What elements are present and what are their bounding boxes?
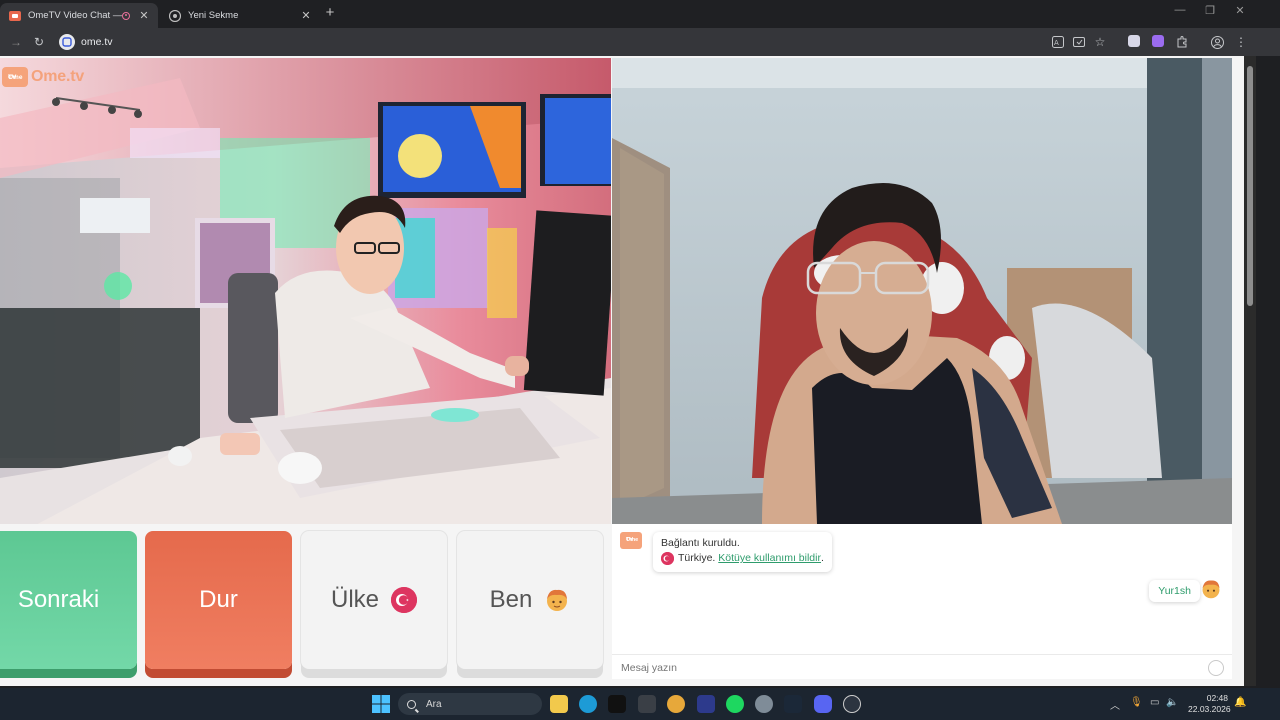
tab-close-icon[interactable]: ✕: [298, 9, 314, 22]
ometv-wordmark: Ome.tv: [31, 68, 85, 85]
microphone-icon[interactable]: 🎙: [1130, 697, 1143, 708]
clock-date: 22.03.2026: [1188, 704, 1231, 714]
edge-icon[interactable]: [579, 695, 597, 713]
forward-icon[interactable]: →: [8, 34, 24, 50]
next-label: Sonraki: [17, 586, 100, 613]
taskbar-search[interactable]: Ara: [398, 693, 542, 715]
me-label: Ben: [489, 586, 533, 613]
turkey-flag-icon: [391, 587, 417, 613]
tab-strip: OmeTV Video Chat — Omegl ✕ Yeni Sekme ✕ …: [0, 0, 1280, 28]
next-button[interactable]: Sonraki: [0, 531, 137, 669]
tab-title: OmeTV Video Chat — Omegl: [28, 10, 122, 21]
volume-icon[interactable]: 🔈: [1166, 697, 1178, 708]
tray-chevron-icon[interactable]: ︿: [1110, 697, 1120, 712]
my-avatar-icon: [1200, 578, 1222, 600]
bookmark-star-icon[interactable]: ☆: [1092, 34, 1108, 50]
page-scrollbar[interactable]: [1244, 56, 1256, 686]
ometv-page: Ome TV Ome.tv Sonraki Dur Ülke Ben Ome T…: [0, 56, 1244, 686]
app-icon[interactable]: [697, 695, 715, 713]
site-info-icon[interactable]: [59, 34, 75, 50]
search-label: Ara: [426, 698, 442, 710]
window-edge: [1256, 56, 1280, 686]
tab-title: Yeni Sekme: [188, 10, 239, 21]
stop-button[interactable]: Dur: [145, 531, 292, 669]
boy-avatar-icon: [544, 587, 570, 613]
settings-icon[interactable]: [755, 695, 773, 713]
report-abuse-link[interactable]: Kötüye kullanımı bildir: [718, 551, 821, 566]
tiktok-icon[interactable]: [608, 695, 626, 713]
cast-icon[interactable]: [1071, 34, 1087, 50]
spotify-icon[interactable]: [726, 695, 744, 713]
tab-ometv[interactable]: OmeTV Video Chat — Omegl ✕: [0, 3, 158, 28]
address-bar[interactable]: ome.tv: [56, 32, 1112, 52]
ometv-chat-logo-icon: Ome TV: [620, 532, 642, 549]
chat-panel: Ome TV Bağlantı kuruldu. Türkiye. Kötüye …: [612, 524, 1232, 679]
message-input[interactable]: [619, 660, 1183, 675]
network-icon[interactable]: ▭: [1150, 697, 1159, 708]
turkey-flag-icon: [661, 552, 674, 565]
tab-close-icon[interactable]: ✕: [136, 9, 152, 22]
emoji-picker-icon[interactable]: [1208, 660, 1224, 676]
extension-icon[interactable]: [1152, 35, 1164, 47]
windows-start-icon[interactable]: [372, 695, 390, 713]
ometv-tv-icon: Ome TV: [2, 67, 28, 87]
window-close-icon[interactable]: ✕: [1230, 4, 1250, 17]
me-button[interactable]: Ben: [457, 531, 603, 669]
ometv-logo[interactable]: Ome TV Ome.tv: [2, 67, 84, 87]
stranger-video: Ome TV Ome.tv: [0, 58, 611, 524]
connection-status-text: Bağlantı kuruldu.: [661, 537, 740, 549]
stop-label: Dur: [199, 586, 238, 613]
app-icon[interactable]: [843, 695, 861, 713]
my-video: [612, 58, 1232, 524]
minimize-icon[interactable]: —: [1170, 4, 1190, 16]
my-name-bubble: Yur1sh: [1149, 580, 1200, 602]
windows-taskbar: Ara ︿ 🎙 ▭ 🔈 02:48 22.03.2026 🔔: [0, 688, 1280, 720]
clock[interactable]: 02:48 22.03.2026: [1188, 693, 1231, 715]
store-icon[interactable]: [638, 695, 656, 713]
menu-dots-icon[interactable]: ⋮: [1233, 34, 1249, 50]
country-label: Ülke: [330, 586, 379, 613]
system-message: Bağlantı kuruldu. Türkiye. Kötüye kullan…: [653, 532, 832, 572]
url-text: ome.tv: [81, 36, 113, 48]
file-explorer-icon[interactable]: [550, 695, 568, 713]
extensions-puzzle-icon[interactable]: [1174, 34, 1190, 50]
translate-icon[interactable]: A: [1050, 34, 1066, 50]
ometv-favicon-icon: [8, 9, 22, 23]
profile-icon[interactable]: [1209, 34, 1225, 50]
country-button[interactable]: Ülke: [301, 531, 447, 669]
extension-icon[interactable]: [1128, 35, 1140, 47]
reload-icon[interactable]: ↻: [31, 34, 47, 50]
scrollbar-thumb[interactable]: [1247, 66, 1253, 306]
discord-icon[interactable]: [814, 695, 832, 713]
chrome-icon[interactable]: [667, 695, 685, 713]
recording-indicator-icon: [122, 11, 130, 20]
search-icon: [407, 699, 416, 709]
chrome-favicon-icon: [168, 9, 182, 23]
message-input-bar: [612, 654, 1232, 680]
tab-new-tab[interactable]: Yeni Sekme ✕: [160, 3, 320, 28]
clock-time: 02:48: [1206, 693, 1228, 703]
notification-icon[interactable]: 🔔: [1234, 697, 1246, 708]
stranger-country-text: Türkiye.: [678, 552, 716, 564]
new-tab-button[interactable]: +: [322, 5, 338, 21]
svg-text:A: A: [1054, 39, 1059, 47]
restore-icon[interactable]: ❐: [1200, 4, 1220, 17]
steam-icon[interactable]: [784, 695, 802, 713]
